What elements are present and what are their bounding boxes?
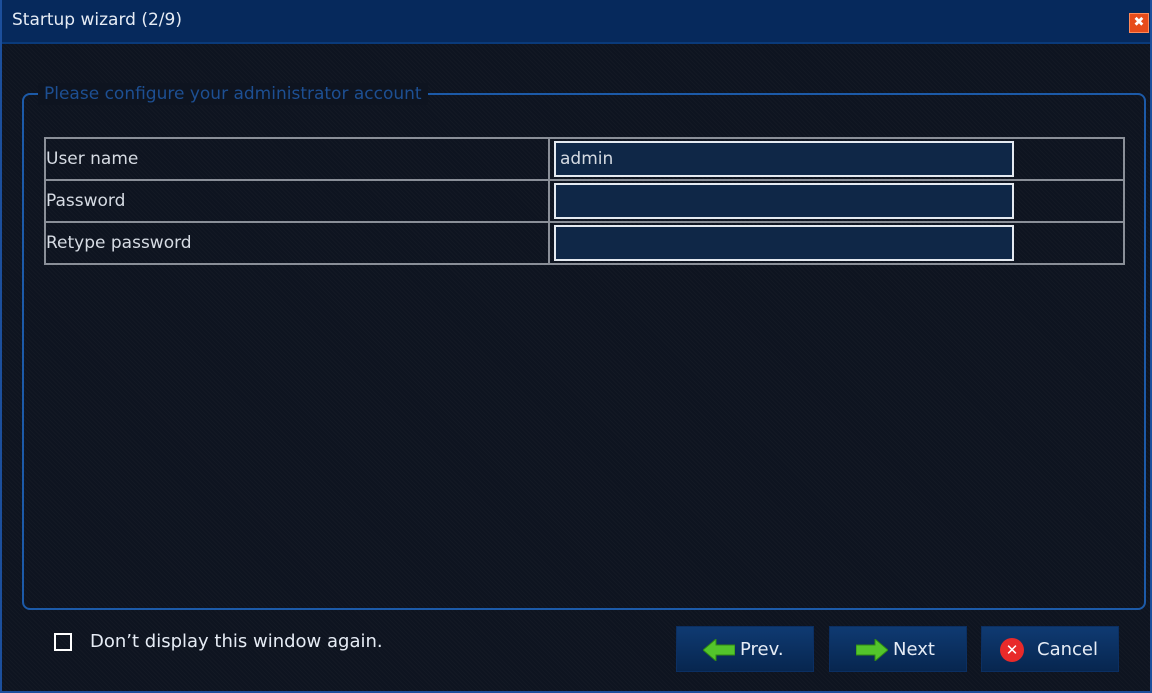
retype-password-input[interactable] xyxy=(554,225,1014,261)
password-cell xyxy=(548,179,1125,223)
arrow-right-icon xyxy=(856,639,888,661)
table-row: Retype password xyxy=(44,221,1125,265)
next-button[interactable]: Next xyxy=(829,626,967,672)
close-button[interactable]: ✖ xyxy=(1129,13,1149,33)
close-icon: ✖ xyxy=(1133,15,1145,30)
title-bar: Startup wizard (2/9) ✖ xyxy=(2,0,1150,44)
wizard-window: Startup wizard (2/9) ✖ Please configure … xyxy=(0,0,1152,693)
table-row: User name xyxy=(44,137,1125,181)
table-row: Password xyxy=(44,179,1125,223)
prev-button[interactable]: Prev. xyxy=(676,626,814,672)
account-form-table: User name Password Retype password xyxy=(44,137,1125,265)
next-button-label: Next xyxy=(893,639,935,660)
username-cell xyxy=(548,137,1125,181)
password-input[interactable] xyxy=(554,183,1014,219)
retype-password-cell xyxy=(548,221,1125,265)
password-label: Password xyxy=(44,179,550,223)
username-label: User name xyxy=(44,137,550,181)
group-legend: Please configure your administrator acco… xyxy=(38,83,428,105)
cancel-icon: ✕ xyxy=(1000,638,1024,662)
arrow-left-icon xyxy=(703,639,735,661)
cancel-button-label: Cancel xyxy=(1037,639,1098,660)
dont-display-again-label: Don’t display this window again. xyxy=(90,631,383,652)
dont-display-again-checkbox[interactable] xyxy=(54,633,72,651)
window-title: Startup wizard (2/9) xyxy=(12,10,182,30)
cancel-button[interactable]: ✕ Cancel xyxy=(981,626,1119,672)
retype-password-label: Retype password xyxy=(44,221,550,265)
username-input[interactable] xyxy=(554,141,1014,177)
prev-button-label: Prev. xyxy=(740,639,784,660)
